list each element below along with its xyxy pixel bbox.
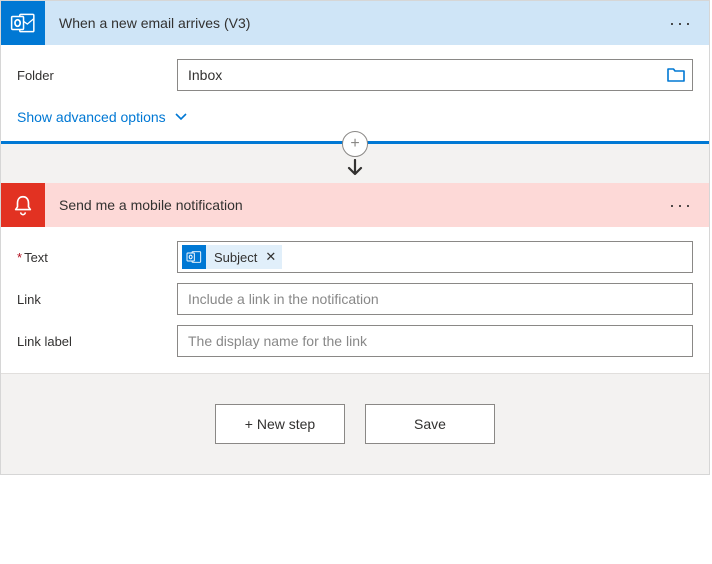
subject-token: Subject ✕ xyxy=(182,245,282,269)
text-input[interactable]: Subject ✕ xyxy=(177,241,693,273)
add-step-between-button[interactable]: + xyxy=(342,131,368,157)
trigger-header[interactable]: When a new email arrives (V3) ··· xyxy=(1,1,709,45)
folder-icon xyxy=(667,68,685,82)
linklabel-input[interactable] xyxy=(177,325,693,357)
action-title: Send me a mobile notification xyxy=(45,197,665,213)
outlook-icon xyxy=(1,1,45,45)
flow-canvas: When a new email arrives (V3) ··· Folder… xyxy=(0,0,710,475)
folder-picker-button[interactable] xyxy=(665,64,687,86)
trigger-title: When a new email arrives (V3) xyxy=(45,15,665,31)
action-card: Send me a mobile notification ··· *Text xyxy=(1,183,709,373)
new-step-button[interactable]: + New step xyxy=(215,404,345,444)
folder-label: Folder xyxy=(17,68,177,83)
token-label: Subject xyxy=(214,250,257,265)
linklabel-label: Link label xyxy=(17,334,177,349)
footer: + New step Save xyxy=(1,373,709,474)
folder-row: Folder xyxy=(17,59,693,91)
link-input[interactable] xyxy=(177,283,693,315)
trigger-body: Folder Show advanced options xyxy=(1,45,709,141)
folder-input[interactable] xyxy=(177,59,693,91)
notification-icon xyxy=(1,183,45,227)
advanced-options-label: Show advanced options xyxy=(17,109,166,125)
linklabel-row: Link label xyxy=(17,325,693,357)
trigger-card: When a new email arrives (V3) ··· Folder… xyxy=(1,1,709,144)
action-header[interactable]: Send me a mobile notification ··· xyxy=(1,183,709,227)
action-menu-button[interactable]: ··· xyxy=(665,191,697,220)
action-body: *Text Subject ✕ xyxy=(1,227,709,373)
show-advanced-options-link[interactable]: Show advanced options xyxy=(17,105,188,131)
link-row: Link xyxy=(17,283,693,315)
text-row: *Text Subject ✕ xyxy=(17,241,693,273)
token-remove-button[interactable]: ✕ xyxy=(265,249,276,265)
link-label: Link xyxy=(17,292,177,307)
save-button[interactable]: Save xyxy=(365,404,495,444)
trigger-menu-button[interactable]: ··· xyxy=(665,9,697,38)
arrow-down-icon xyxy=(346,159,364,179)
chevron-down-icon xyxy=(174,112,188,122)
outlook-icon xyxy=(182,245,206,269)
text-label: *Text xyxy=(17,250,177,265)
connector-area: + xyxy=(1,144,709,183)
